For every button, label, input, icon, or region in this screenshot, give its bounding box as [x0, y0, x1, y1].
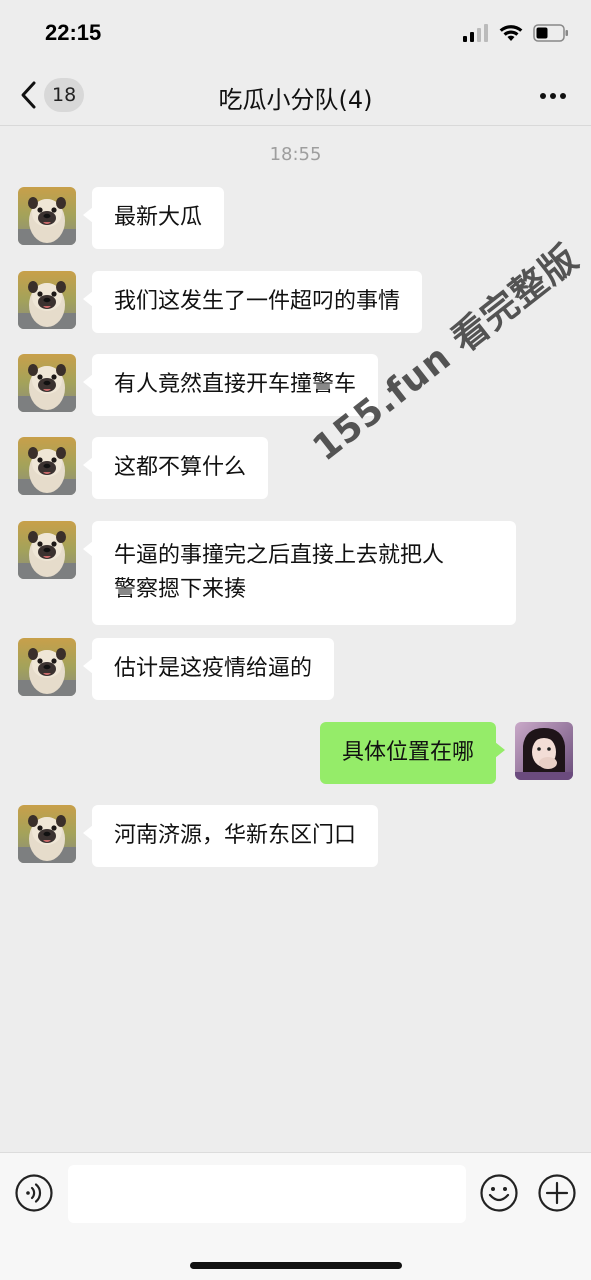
message-bubble[interactable]: 河南济源，华新东区门口 — [82, 805, 379, 867]
message-line: 牛逼的事撞完之后直接上去就把人 — [114, 543, 445, 568]
more-functions-button[interactable] — [537, 1173, 577, 1217]
pug-avatar-icon — [18, 187, 76, 245]
status-icons — [463, 24, 569, 42]
pug-avatar-icon — [18, 638, 76, 696]
voice-button[interactable] — [14, 1173, 54, 1217]
pug-avatar-icon — [18, 271, 76, 329]
wifi-icon — [499, 25, 523, 41]
avatar[interactable] — [18, 521, 76, 579]
girl-avatar-icon — [515, 722, 573, 780]
voice-icon — [15, 1174, 53, 1212]
avatar[interactable] — [18, 437, 76, 495]
watermark: 155.fun 看完整版 — [305, 237, 587, 470]
avatar[interactable] — [18, 354, 76, 412]
chat-title: 吃瓜小分队(4) — [218, 86, 373, 114]
avatar[interactable] — [18, 271, 76, 329]
pug-avatar-icon — [18, 521, 76, 579]
pug-avatar-icon — [18, 354, 76, 412]
input-bar — [0, 1152, 591, 1280]
battery-icon — [533, 24, 568, 42]
avatar[interactable] — [18, 805, 76, 863]
message-line: 警察摁下来揍 — [114, 577, 247, 602]
home-indicator — [190, 1262, 402, 1269]
more-dots-icon — [540, 93, 566, 99]
status-bar: 22:15 — [0, 0, 591, 66]
message-bubble[interactable]: 我们这发生了一件超叼的事情 — [82, 271, 423, 333]
more-button[interactable] — [539, 82, 567, 114]
message-bubble[interactable]: 牛逼的事撞完之后直接上去就把人 警察摁下来揍 — [83, 521, 516, 625]
pug-avatar-icon — [18, 805, 76, 863]
nav-bar: 18 吃瓜小分队(4) — [0, 66, 591, 126]
smile-icon — [480, 1174, 518, 1212]
message-timestamp: 18:55 — [269, 144, 322, 165]
emoji-button[interactable] — [479, 1173, 519, 1217]
message-input[interactable] — [68, 1165, 466, 1223]
message-bubble-outgoing[interactable]: 具体位置在哪 — [319, 722, 506, 784]
message-bubble[interactable]: 这都不算什么 — [82, 437, 269, 499]
status-time: 22:15 — [45, 20, 102, 45]
message-bubble[interactable]: 估计是这疫情给逼的 — [82, 638, 335, 700]
signal-icon — [463, 24, 488, 42]
my-avatar[interactable] — [515, 722, 573, 780]
avatar[interactable] — [18, 638, 76, 696]
message-bubble[interactable]: 最新大瓜 — [82, 187, 225, 249]
pug-avatar-icon — [18, 437, 76, 495]
avatar[interactable] — [18, 187, 76, 245]
plus-icon — [538, 1174, 576, 1212]
